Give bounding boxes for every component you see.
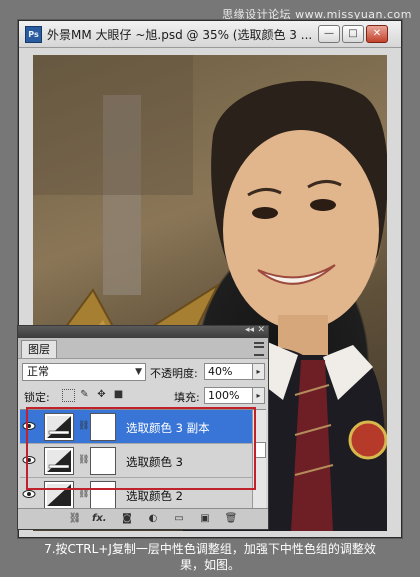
lock-transparent-icon[interactable] <box>62 389 75 402</box>
fill-field[interactable]: 100% <box>204 387 255 404</box>
adjustment-layer-thumbnail-icon <box>44 413 74 441</box>
fx-icon[interactable]: fx. <box>92 512 107 525</box>
layers-list: ⛓ 选取颜色 3 副本 ⛓ 选取颜色 3 ⛓ 选取颜色 2 <box>20 409 266 508</box>
layer-mask-thumbnail[interactable] <box>90 481 116 508</box>
title-bar[interactable]: Ps 外景MM 大眼仔 ~旭.psd @ 35% (选取颜色 3 ... — □… <box>19 21 401 48</box>
opacity-slider-arrow-icon[interactable]: ▸ <box>252 363 265 380</box>
layers-scrollbar[interactable] <box>252 410 266 508</box>
panel-menu-icon[interactable] <box>254 342 264 356</box>
maximize-button[interactable]: □ <box>342 25 364 43</box>
add-mask-icon[interactable]: ◙ <box>120 512 134 525</box>
scrollbar-thumb[interactable] <box>254 442 266 458</box>
layer-mask-thumbnail[interactable] <box>90 413 116 441</box>
fill-slider-arrow-icon[interactable]: ▸ <box>252 387 265 404</box>
caption: 7.按CTRL+J复制一层中性色调整组，加强下中性色组的调整效 果，如图。 <box>0 541 420 573</box>
layer-name[interactable]: 选取颜色 3 <box>126 454 183 470</box>
visibility-eye-icon[interactable] <box>22 453 36 467</box>
layer-row[interactable]: ⛓ 选取颜色 2 <box>20 478 252 508</box>
adjustment-layer-thumbnail-icon <box>44 447 74 475</box>
visibility-eye-icon[interactable] <box>22 419 36 433</box>
lock-label: 锁定: <box>24 391 50 404</box>
lock-image-brush-icon[interactable]: ✎ <box>79 389 90 400</box>
chain-link-icon[interactable]: ⛓ <box>78 489 89 499</box>
dropdown-arrow-icon: ▼ <box>135 367 142 377</box>
adjustment-layer-icon[interactable]: ◐ <box>146 512 160 525</box>
close-button[interactable]: ✕ <box>366 25 388 43</box>
new-group-folder-icon[interactable]: ▭ <box>172 512 186 525</box>
lock-position-move-icon[interactable]: ✥ <box>96 389 107 400</box>
layer-name[interactable]: 选取颜色 2 <box>126 488 183 504</box>
panel-close-icon[interactable]: ✕ <box>257 325 265 335</box>
new-layer-icon[interactable]: ▣ <box>198 512 212 525</box>
tab-layers[interactable]: 图层 <box>21 340 57 358</box>
opacity-field[interactable]: 40% <box>204 363 255 380</box>
document-title: 外景MM 大眼仔 ~旭.psd @ 35% (选取颜色 3 ... <box>47 28 313 42</box>
minimize-button[interactable]: — <box>318 25 340 43</box>
fill-label: 填充: <box>174 391 200 404</box>
layer-mask-thumbnail[interactable] <box>90 447 116 475</box>
adjustment-layer-thumbnail-icon <box>44 481 74 508</box>
blend-mode-value: 正常 <box>27 365 49 378</box>
trash-icon[interactable]: 🗑 <box>224 512 238 525</box>
opacity-label: 不透明度: <box>150 367 198 380</box>
blend-mode-select[interactable]: 正常 ▼ <box>22 363 146 381</box>
visibility-eye-icon[interactable] <box>22 487 36 501</box>
caption-line-1: 7.按CTRL+J复制一层中性色调整组，加强下中性色组的调整效 <box>44 542 376 556</box>
photoshop-app-icon: Ps <box>25 26 42 43</box>
lock-all-padlock-icon[interactable]: ■ <box>113 389 124 400</box>
chain-link-icon[interactable]: ⛓ <box>78 421 89 431</box>
panel-titlebar[interactable]: ◂◂ ✕ <box>18 325 268 338</box>
layer-row[interactable]: ⛓ 选取颜色 3 副本 <box>20 410 252 444</box>
collapse-arrows-icon[interactable]: ◂◂ <box>245 325 254 335</box>
caption-line-2: 果，如图。 <box>179 558 240 572</box>
layers-panel: ◂◂ ✕ 图层 正常 ▼ 不透明度: 40% ▸ 锁定: ✎ ✥ ■ 填充: 1… <box>17 325 269 530</box>
layer-name[interactable]: 选取颜色 3 副本 <box>126 420 210 436</box>
layer-row[interactable]: ⛓ 选取颜色 3 <box>20 444 252 478</box>
panel-footer-toolbar: ⛓ fx. ◙ ◐ ▭ ▣ 🗑 <box>18 508 268 529</box>
chain-link-icon[interactable]: ⛓ <box>78 455 89 465</box>
panel-tab-row: 图层 <box>18 338 268 359</box>
link-layers-icon[interactable]: ⛓ <box>68 512 82 525</box>
